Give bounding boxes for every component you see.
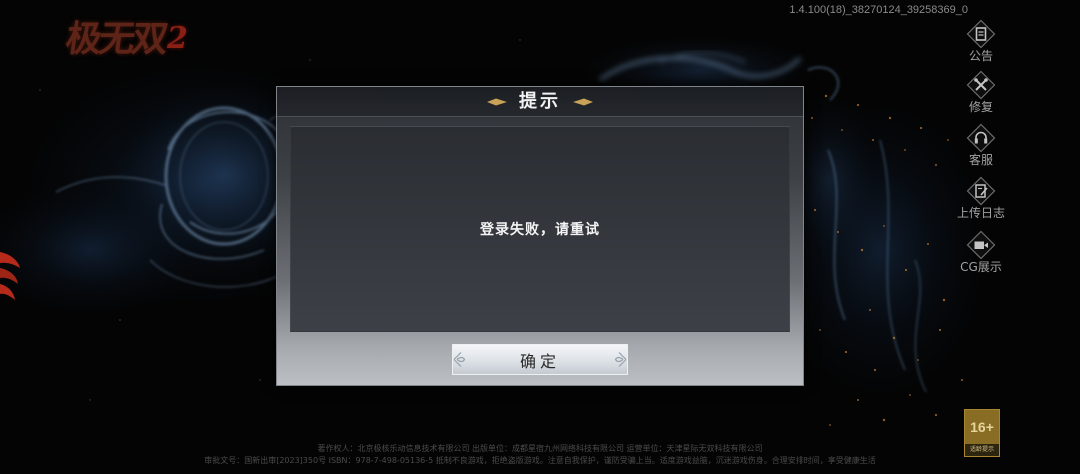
menu-label-repair: 修复: [968, 100, 993, 114]
menu-label-notice: 公告: [968, 49, 993, 63]
age-rating-label: 16+: [965, 410, 999, 444]
footer-copyright: 著作权人：北京极核乐动信息技术有限公司 出版单位：成都星宿九州网络科技有限公司 …: [0, 443, 1080, 467]
menu-item-customer-service[interactable]: 客服: [950, 123, 1012, 169]
dialog-title: 提示: [519, 91, 561, 112]
alert-dialog: 提示 登录失败，请重试 确定: [276, 86, 804, 386]
logo-text: 极无双: [63, 18, 168, 60]
confirm-button-label: 确定: [519, 351, 560, 371]
health-advisory-line: 审批文号：国新出审[2023]350号 ISBN：978-7-498-05136…: [204, 456, 876, 465]
notice-icon: [966, 19, 996, 49]
dialog-header: 提示: [277, 87, 803, 117]
menu-item-cg-video[interactable]: CG展示: [950, 230, 1012, 276]
confirm-button[interactable]: 确定: [452, 344, 628, 375]
cg-video-icon: [966, 230, 996, 260]
customer-service-icon: [966, 123, 996, 153]
menu-label-cg-video: CG展示: [960, 260, 1002, 274]
side-brush-decoration: [0, 252, 20, 300]
logo-number: 2: [167, 21, 188, 56]
menu-item-upload-log[interactable]: 上传日志: [950, 176, 1012, 222]
message-panel: 登录失败，请重试: [290, 126, 790, 332]
side-menu: 公告 修复 客服 上传日志 CG展示: [950, 0, 1012, 290]
repair-icon: [966, 70, 996, 100]
menu-label-customer-service: 客服: [968, 153, 993, 167]
dialog-message: 登录失败，请重试: [480, 222, 600, 238]
version-label: 1.4.100(18)_38270124_39258369_0: [789, 4, 968, 16]
age-rating-caption: 适龄提示: [965, 444, 999, 456]
menu-item-notice[interactable]: 公告: [950, 19, 1012, 65]
upload-log-icon: [966, 176, 996, 206]
menu-label-upload-log: 上传日志: [956, 206, 1005, 220]
copyright-line: 著作权人：北京极核乐动信息技术有限公司 出版单位：成都星宿九州网络科技有限公司 …: [317, 444, 763, 453]
menu-item-repair[interactable]: 修复: [950, 70, 1012, 116]
game-login-screen: 极无双2 1.4.100(18)_38270124_39258369_0 公告 …: [0, 0, 1080, 474]
game-logo: 极无双2: [63, 10, 210, 68]
age-rating-badge[interactable]: 16+ 适龄提示: [964, 409, 1000, 457]
